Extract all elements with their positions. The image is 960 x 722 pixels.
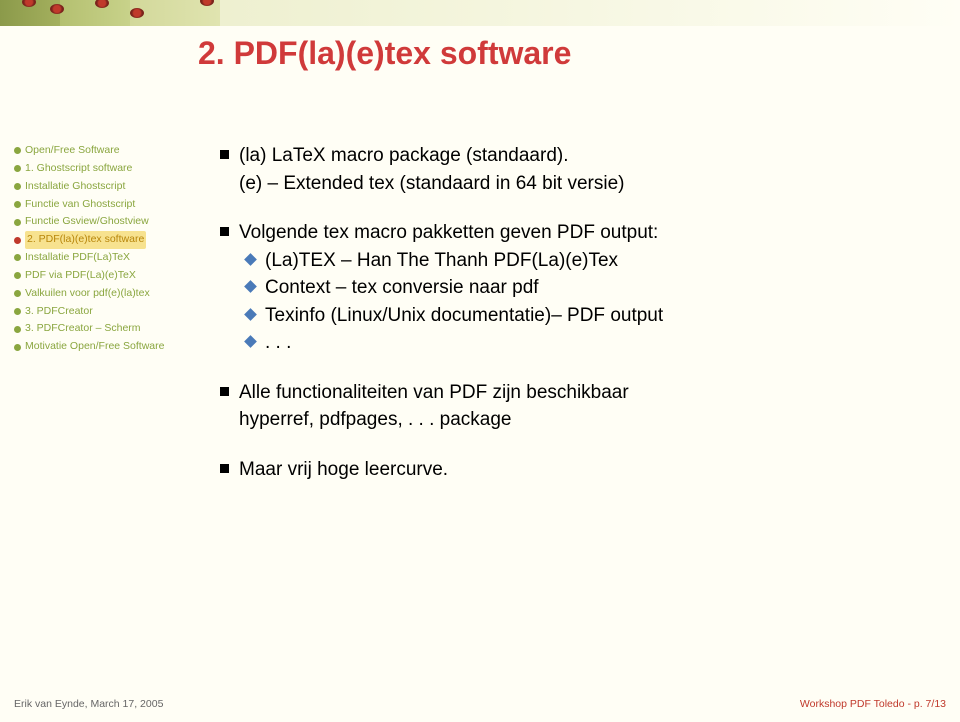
sidebar-item-label: 3. PDFCreator <box>25 303 93 321</box>
sidebar-item-label: Installatie PDF(La)TeX <box>25 249 130 267</box>
slide-content: (la) LaTeX macro package (standaard). (e… <box>220 142 900 505</box>
footer-author-date: Erik van Eynde, March 17, 2005 <box>14 698 163 710</box>
sidebar-item[interactable]: Functie van Ghostscript <box>14 196 176 214</box>
square-bullet-icon <box>220 227 229 236</box>
bullet-icon <box>14 326 21 333</box>
sidebar-item-label: 2. PDF(la)(e)tex software <box>25 231 146 249</box>
slide-title: 2. PDF(la)(e)tex software <box>198 35 571 72</box>
diamond-bullet-icon <box>244 335 257 348</box>
sidebar-item-label: 1. Ghostscript software <box>25 160 132 178</box>
sidebar-item[interactable]: 3. PDFCreator – Scherm <box>14 320 176 338</box>
content-text: Alle functionaliteiten van PDF zijn besc… <box>239 379 629 434</box>
sidebar-item[interactable]: Functie Gsview/Ghostview <box>14 213 176 231</box>
square-bullet-icon <box>220 464 229 473</box>
diamond-bullet-icon <box>244 280 257 293</box>
content-subline: . . . <box>265 329 291 357</box>
square-bullet-icon <box>220 387 229 396</box>
bullet-icon <box>14 183 21 190</box>
sidebar-nav: Open/Free Software 1. Ghostscript softwa… <box>14 142 176 356</box>
sidebar-item[interactable]: Installatie Ghostscript <box>14 178 176 196</box>
sidebar-item-label: Open/Free Software <box>25 142 120 160</box>
content-line: Alle functionaliteiten van PDF zijn besc… <box>239 379 629 407</box>
sidebar-item-label: PDF via PDF(La)(e)TeX <box>25 267 136 285</box>
sidebar-item-label: 3. PDFCreator – Scherm <box>25 320 141 338</box>
bullet-icon <box>14 290 21 297</box>
sidebar-item[interactable]: Installatie PDF(La)TeX <box>14 249 176 267</box>
content-line: (e) – Extended tex (standaard in 64 bit … <box>239 170 624 198</box>
sidebar-item[interactable]: 1. Ghostscript software <box>14 160 176 178</box>
content-subline: (La)TEX – Han The Thanh PDF(La)(e)Tex <box>265 247 618 275</box>
bullet-icon <box>14 254 21 261</box>
sidebar-item[interactable]: 3. PDFCreator <box>14 303 176 321</box>
content-text: (la) LaTeX macro package (standaard). (e… <box>239 142 624 197</box>
sidebar-item-label: Functie Gsview/Ghostview <box>25 213 149 231</box>
footer-page-info: Workshop PDF Toledo - p. 7/13 <box>800 698 946 710</box>
content-subline: Texinfo (Linux/Unix documentatie)– PDF o… <box>265 302 663 330</box>
content-text: Maar vrij hoge leercurve. <box>239 456 448 484</box>
bullet-icon <box>14 219 21 226</box>
sidebar-item[interactable]: Motivatie Open/Free Software <box>14 338 176 356</box>
diamond-bullet-icon <box>244 253 257 266</box>
bullet-icon <box>14 201 21 208</box>
sidebar-item-label: Motivatie Open/Free Software <box>25 338 164 356</box>
sidebar-item-label: Installatie Ghostscript <box>25 178 125 196</box>
sidebar-item-active[interactable]: 2. PDF(la)(e)tex software <box>14 231 176 249</box>
content-text: Volgende tex macro pakketten geven PDF o… <box>239 219 658 247</box>
sidebar-item[interactable]: PDF via PDF(La)(e)TeX <box>14 267 176 285</box>
header-decoration <box>0 0 960 26</box>
square-bullet-icon <box>220 150 229 159</box>
sidebar-item[interactable]: Valkuilen voor pdf(e)(la)tex <box>14 285 176 303</box>
content-subline: Context – tex conversie naar pdf <box>265 274 539 302</box>
diamond-bullet-icon <box>244 308 257 321</box>
sidebar-item-label: Functie van Ghostscript <box>25 196 135 214</box>
sidebar-item-label: Valkuilen voor pdf(e)(la)tex <box>25 285 150 303</box>
bullet-icon <box>14 344 21 351</box>
bullet-icon <box>14 147 21 154</box>
content-line: hyperref, pdfpages, . . . package <box>239 406 629 434</box>
bullet-icon <box>14 237 21 244</box>
bullet-icon <box>14 272 21 279</box>
sidebar-item[interactable]: Open/Free Software <box>14 142 176 160</box>
bullet-icon <box>14 165 21 172</box>
bullet-icon <box>14 308 21 315</box>
content-line: (la) LaTeX macro package (standaard). <box>239 142 624 170</box>
